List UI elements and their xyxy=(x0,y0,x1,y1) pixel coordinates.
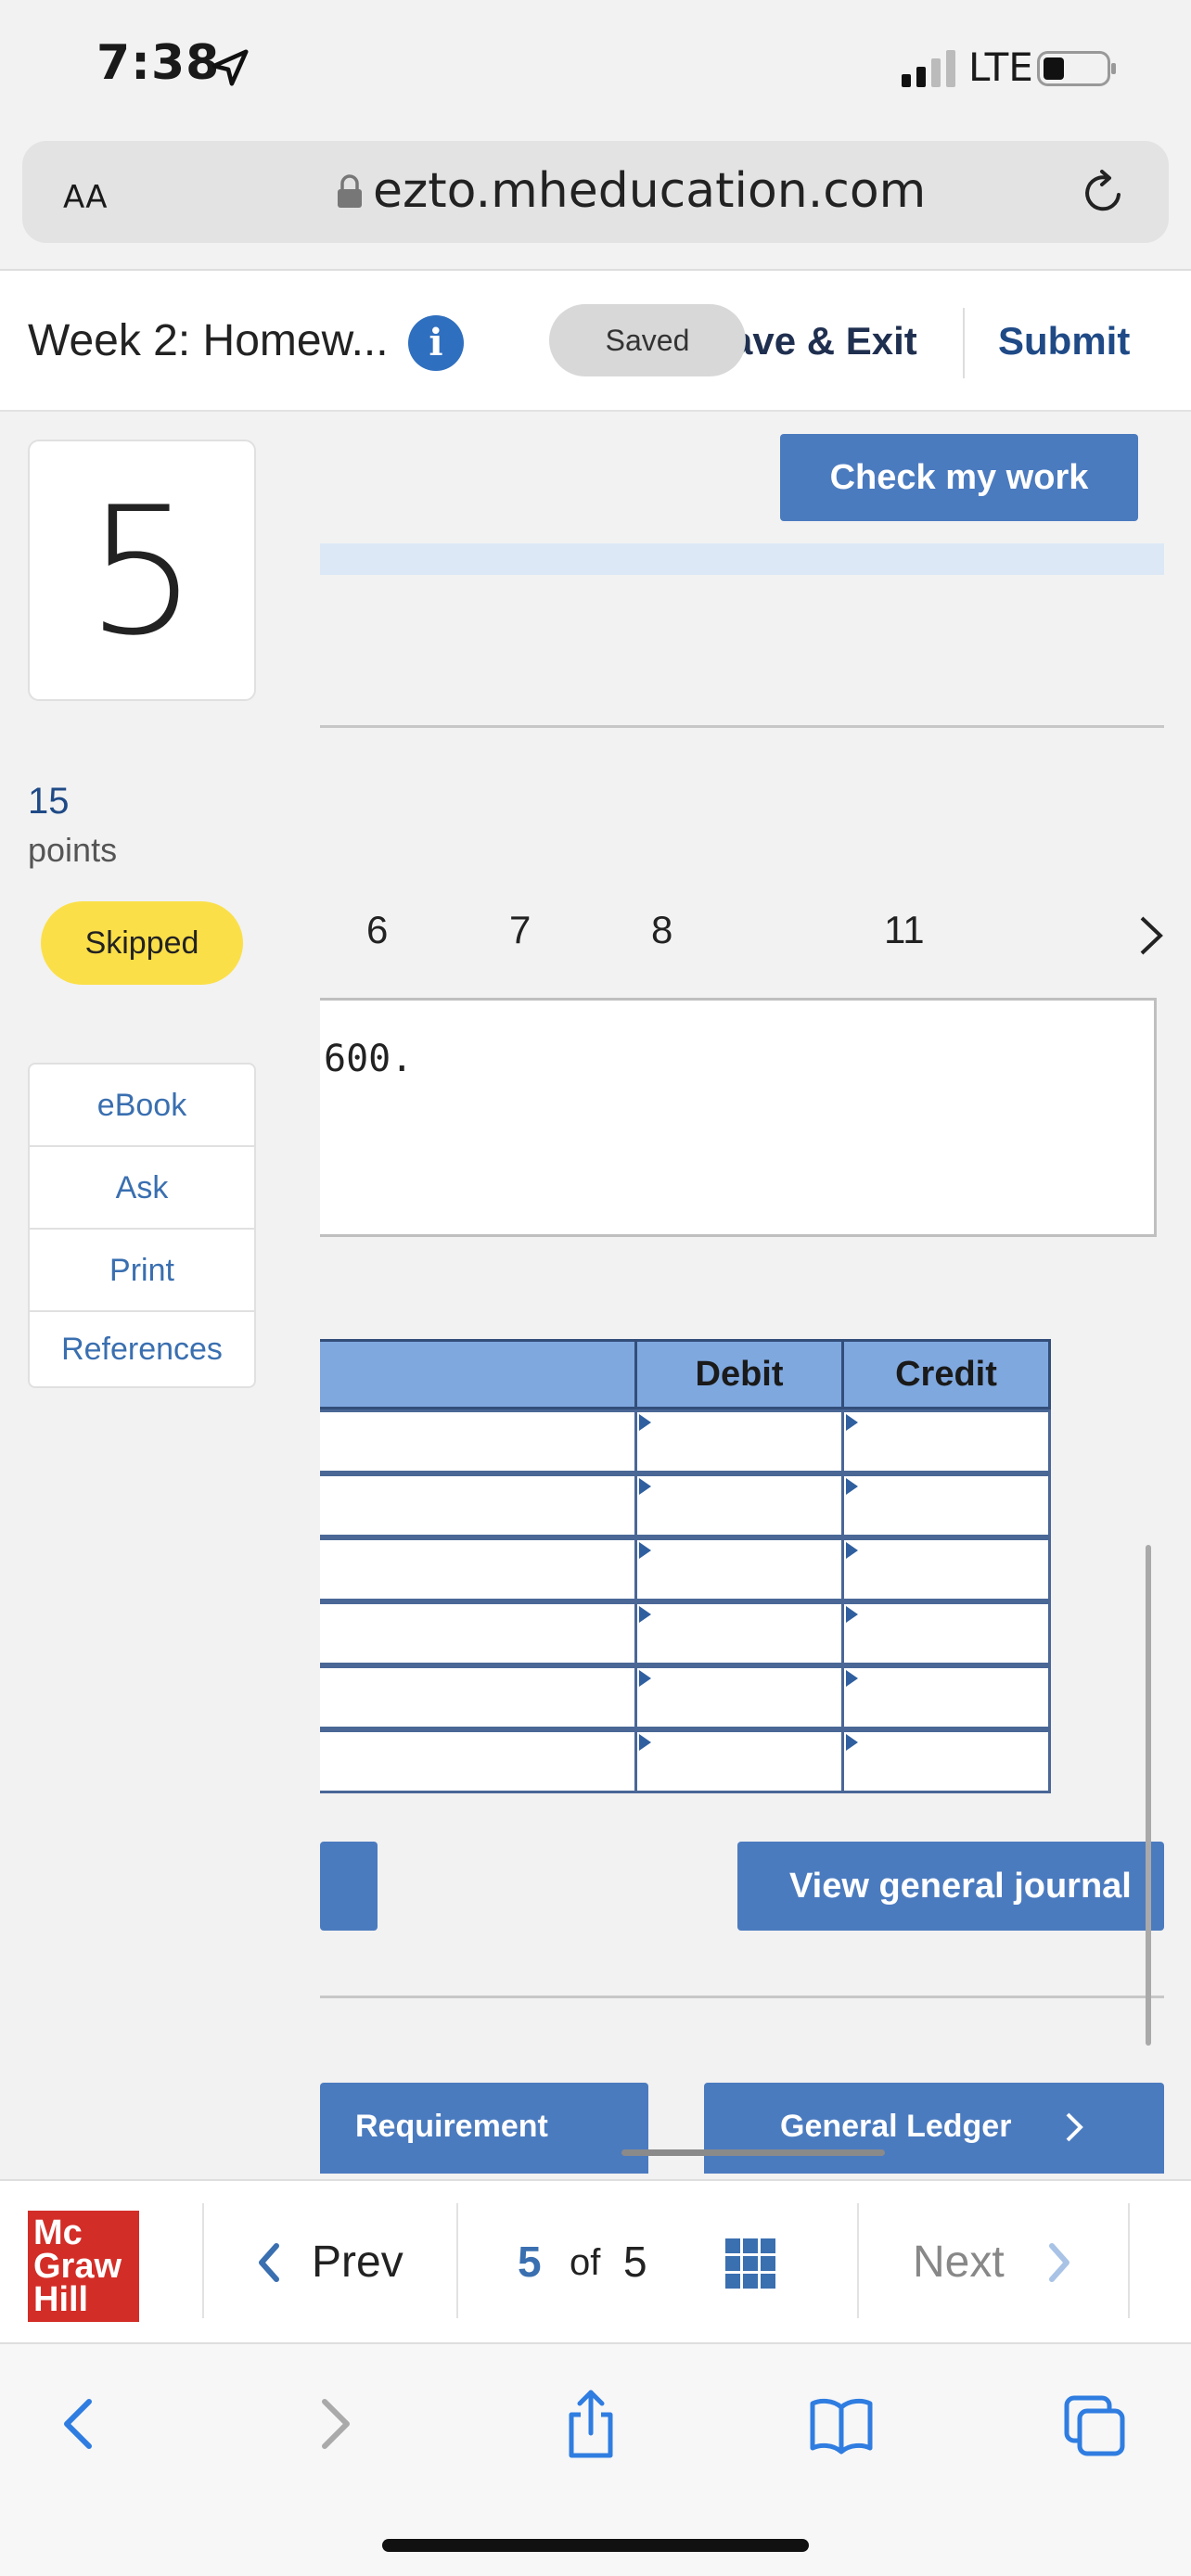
vertical-scrollbar[interactable] xyxy=(1146,1545,1151,2046)
journal-debit-cell[interactable] xyxy=(634,1409,844,1473)
forward-icon[interactable] xyxy=(302,2387,367,2461)
journal-description-cell[interactable] xyxy=(320,1409,637,1473)
journal-credit-cell[interactable] xyxy=(841,1409,1051,1473)
battery-icon xyxy=(1037,51,1116,86)
ebook-link[interactable]: eBook xyxy=(30,1065,254,1147)
location-arrow-icon xyxy=(211,49,249,86)
info-strip xyxy=(320,543,1164,575)
next-button[interactable]: Next xyxy=(913,2237,1005,2288)
print-link[interactable]: Print xyxy=(30,1230,254,1312)
transaction-description: 600. xyxy=(320,998,1157,1237)
current-question-number: 5 xyxy=(518,2238,542,2286)
save-exit-button[interactable]: ave & Exit xyxy=(731,319,917,363)
question-number: 5 xyxy=(28,440,256,701)
tab-8[interactable]: 8 xyxy=(651,908,672,952)
points-value: 15 xyxy=(28,781,70,822)
view-general-journal-button[interactable]: View general journal xyxy=(737,1842,1164,1931)
assignment-header: Week 2: Homew... i ave & Exit Saved Subm… xyxy=(0,269,1191,412)
journal-description-cell[interactable] xyxy=(320,1473,637,1537)
tab-6[interactable]: 6 xyxy=(366,908,388,952)
points-label: points xyxy=(28,831,118,869)
total-questions: 5 xyxy=(623,2238,647,2286)
column-header-description xyxy=(320,1339,637,1409)
journal-credit-cell[interactable] xyxy=(841,1729,1051,1793)
prev-button[interactable]: Prev xyxy=(312,2237,403,2288)
signal-strength-icon xyxy=(902,50,955,87)
tab-11[interactable]: 11 xyxy=(884,908,925,952)
general-ledger-button[interactable]: General Ledger xyxy=(704,2083,1164,2174)
logo-line: Mc xyxy=(33,2213,83,2252)
url-text[interactable]: ezto.mheducation.com xyxy=(373,163,926,219)
network-type: LTE xyxy=(968,45,1033,90)
question-grid-icon[interactable] xyxy=(725,2238,775,2289)
divider xyxy=(456,2203,458,2318)
divider xyxy=(202,2203,204,2318)
info-icon[interactable]: i xyxy=(408,315,464,371)
assignment-title: Week 2: Homew... xyxy=(28,316,389,365)
divider xyxy=(320,725,1164,728)
text-size-button[interactable]: AA xyxy=(63,167,107,219)
journal-description-cell[interactable] xyxy=(320,1537,637,1601)
chevron-right-icon xyxy=(1066,2112,1083,2142)
journal-credit-cell[interactable] xyxy=(841,1665,1051,1729)
chevron-right-icon[interactable] xyxy=(1046,2242,1072,2283)
share-icon[interactable] xyxy=(558,2387,623,2461)
description-text: 600. xyxy=(324,1038,414,1080)
url-bar[interactable]: AA ezto.mheducation.com xyxy=(22,141,1169,243)
lock-icon xyxy=(338,174,362,208)
tabs-icon[interactable] xyxy=(1063,2387,1128,2461)
check-my-work-button[interactable]: Check my work xyxy=(780,434,1138,521)
ask-link[interactable]: Ask xyxy=(30,1147,254,1230)
divider xyxy=(320,1996,1164,1998)
back-icon[interactable] xyxy=(46,2387,111,2461)
home-indicator xyxy=(382,2539,809,2552)
journal-debit-cell[interactable] xyxy=(634,1665,844,1729)
journal-debit-cell[interactable] xyxy=(634,1601,844,1665)
requirement-button[interactable]: Requirement xyxy=(320,2083,648,2174)
submit-button[interactable]: Submit xyxy=(998,319,1130,363)
tabs-next-chevron-icon[interactable] xyxy=(1136,912,1164,959)
status-badge: Skipped xyxy=(41,901,243,985)
journal-credit-cell[interactable] xyxy=(841,1537,1051,1601)
journal-description-cell[interactable] xyxy=(320,1665,637,1729)
journal-description-cell[interactable] xyxy=(320,1601,637,1665)
journal-debit-cell[interactable] xyxy=(634,1729,844,1793)
logo-line: Hill xyxy=(33,2280,89,2319)
question-navigation-bar: Mc Graw Hill Prev 5 of 5 Next xyxy=(0,2179,1191,2344)
divider xyxy=(857,2203,859,2318)
horizontal-scrollbar[interactable] xyxy=(621,2149,885,2156)
chevron-left-icon[interactable] xyxy=(256,2242,282,2283)
general-ledger-label: General Ledger xyxy=(780,2109,1012,2144)
question-content: Check my work 6 7 8 11 600. Debit Credit xyxy=(320,412,1164,2174)
mcgraw-hill-logo: Mc Graw Hill xyxy=(28,2211,139,2322)
status-time: 7:38 xyxy=(96,35,221,91)
journal-description-cell[interactable] xyxy=(320,1729,637,1793)
column-header-credit: Credit xyxy=(841,1339,1051,1409)
journal-debit-cell[interactable] xyxy=(634,1537,844,1601)
saved-badge: Saved xyxy=(549,304,746,376)
journal-debit-cell[interactable] xyxy=(634,1473,844,1537)
references-link[interactable]: References xyxy=(30,1312,254,1386)
bookmarks-icon[interactable] xyxy=(809,2387,874,2461)
reload-icon[interactable] xyxy=(1080,169,1128,217)
browser-toolbar xyxy=(0,2344,1191,2576)
journal-credit-cell[interactable] xyxy=(841,1601,1051,1665)
journal-credit-cell[interactable] xyxy=(841,1473,1051,1537)
header-divider xyxy=(963,308,965,378)
divider xyxy=(1128,2203,1130,2318)
tools-panel: eBook Ask Print References xyxy=(28,1063,256,1388)
record-entry-button[interactable] xyxy=(320,1842,378,1931)
page-of-label: of xyxy=(570,2242,601,2283)
logo-line: Graw xyxy=(33,2247,122,2286)
column-header-debit: Debit xyxy=(634,1339,844,1409)
tab-7[interactable]: 7 xyxy=(509,908,531,952)
